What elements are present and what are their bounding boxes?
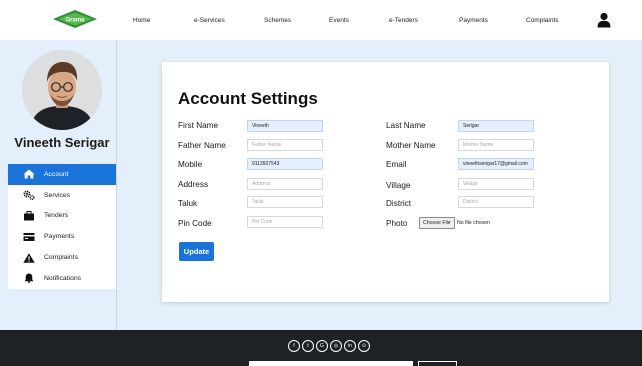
sidebar-item-label: Complaints bbox=[44, 254, 78, 262]
mobile-label: Mobile bbox=[178, 160, 203, 169]
newsletter-email-input[interactable] bbox=[249, 361, 413, 366]
briefcase-icon bbox=[23, 210, 35, 221]
taluk-field[interactable] bbox=[247, 196, 323, 208]
sidebar-item-label: Account bbox=[44, 170, 69, 178]
account-settings-card: Account Settings First Name Last Name Fa… bbox=[162, 62, 609, 302]
nav-complaints[interactable]: Complaints bbox=[526, 17, 559, 24]
google-icon[interactable]: G bbox=[316, 340, 328, 352]
first-name-label: First Name bbox=[178, 121, 219, 130]
twitter-icon[interactable]: t bbox=[302, 340, 314, 352]
sidebar-item-label: Services bbox=[44, 191, 71, 199]
pin-code-label: Pin Code bbox=[178, 219, 212, 228]
profile-name: Vineeth Serigar bbox=[14, 135, 110, 150]
last-name-field[interactable] bbox=[458, 120, 534, 132]
sidebar-item-label: Payments bbox=[44, 233, 75, 241]
district-field[interactable] bbox=[458, 196, 534, 208]
page-title: Account Settings bbox=[178, 89, 318, 108]
footer: f t G ◎ in ⊙ bbox=[0, 330, 642, 366]
nav-schemes[interactable]: Schemes bbox=[264, 17, 291, 24]
village-label: Village bbox=[386, 181, 411, 190]
github-icon[interactable]: ⊙ bbox=[358, 340, 370, 352]
top-navbar: Grama Home e-Services Schemes Events e-T… bbox=[0, 0, 642, 40]
mother-name-label: Mother Name bbox=[386, 141, 436, 150]
mother-name-field[interactable] bbox=[458, 139, 534, 151]
first-name-field[interactable] bbox=[247, 120, 323, 132]
sidebar-item-payments[interactable]: Payments bbox=[8, 226, 116, 247]
photo-label: Photo bbox=[386, 219, 408, 228]
card-icon bbox=[23, 232, 35, 242]
choose-file-button[interactable]: Choose File bbox=[419, 217, 455, 229]
sidebar-item-account[interactable]: Account bbox=[8, 164, 116, 185]
taluk-label: Taluk bbox=[178, 199, 198, 208]
nav-events[interactable]: Events bbox=[329, 17, 349, 24]
email-field[interactable] bbox=[458, 158, 534, 170]
avatar bbox=[22, 50, 102, 130]
user-icon[interactable] bbox=[597, 12, 611, 28]
district-label: District bbox=[386, 199, 412, 208]
update-button[interactable]: Update bbox=[179, 242, 214, 261]
sidebar-menu: Account Services Tenders Payments Compla… bbox=[8, 164, 116, 289]
nav-e-tenders[interactable]: e-Tenders bbox=[389, 17, 418, 24]
instagram-icon[interactable]: ◎ bbox=[330, 340, 342, 352]
sidebar: Vineeth Serigar Account Services Tenders… bbox=[8, 40, 116, 330]
home-icon bbox=[23, 169, 35, 179]
sidebar-item-tenders[interactable]: Tenders bbox=[8, 206, 116, 227]
village-field[interactable] bbox=[458, 178, 534, 190]
pin-code-field[interactable] bbox=[247, 216, 323, 228]
address-label: Address bbox=[178, 180, 209, 189]
last-name-label: Last Name bbox=[386, 121, 426, 130]
newsletter-subscribe-button[interactable] bbox=[418, 361, 457, 366]
nav-home[interactable]: Home bbox=[133, 17, 150, 24]
facebook-icon[interactable]: f bbox=[288, 340, 300, 352]
warning-icon bbox=[23, 252, 35, 263]
father-name-field[interactable] bbox=[247, 139, 323, 151]
file-status-text: No file chosen bbox=[457, 220, 490, 226]
sidebar-item-label: Tenders bbox=[44, 212, 69, 220]
sidebar-item-notifications[interactable]: Notifications bbox=[8, 268, 116, 289]
sidebar-item-label: Notifications bbox=[44, 274, 82, 282]
mobile-field[interactable] bbox=[247, 158, 323, 170]
linkedin-icon[interactable]: in bbox=[344, 340, 356, 352]
sidebar-item-complaints[interactable]: Complaints bbox=[8, 247, 116, 268]
sidebar-divider bbox=[116, 40, 117, 330]
grama-logo[interactable]: Grama bbox=[51, 9, 99, 29]
social-links: f t G ◎ in ⊙ bbox=[288, 340, 370, 352]
sidebar-item-services[interactable]: Services bbox=[8, 185, 116, 206]
gears-icon bbox=[23, 190, 35, 201]
father-name-label: Father Name bbox=[178, 141, 226, 150]
nav-payments[interactable]: Payments bbox=[459, 17, 488, 24]
logo-text: Grama bbox=[65, 17, 85, 23]
nav-e-services[interactable]: e-Services bbox=[194, 17, 225, 24]
email-label: Email bbox=[386, 160, 407, 169]
address-field[interactable] bbox=[247, 178, 323, 190]
bell-icon bbox=[23, 273, 35, 284]
